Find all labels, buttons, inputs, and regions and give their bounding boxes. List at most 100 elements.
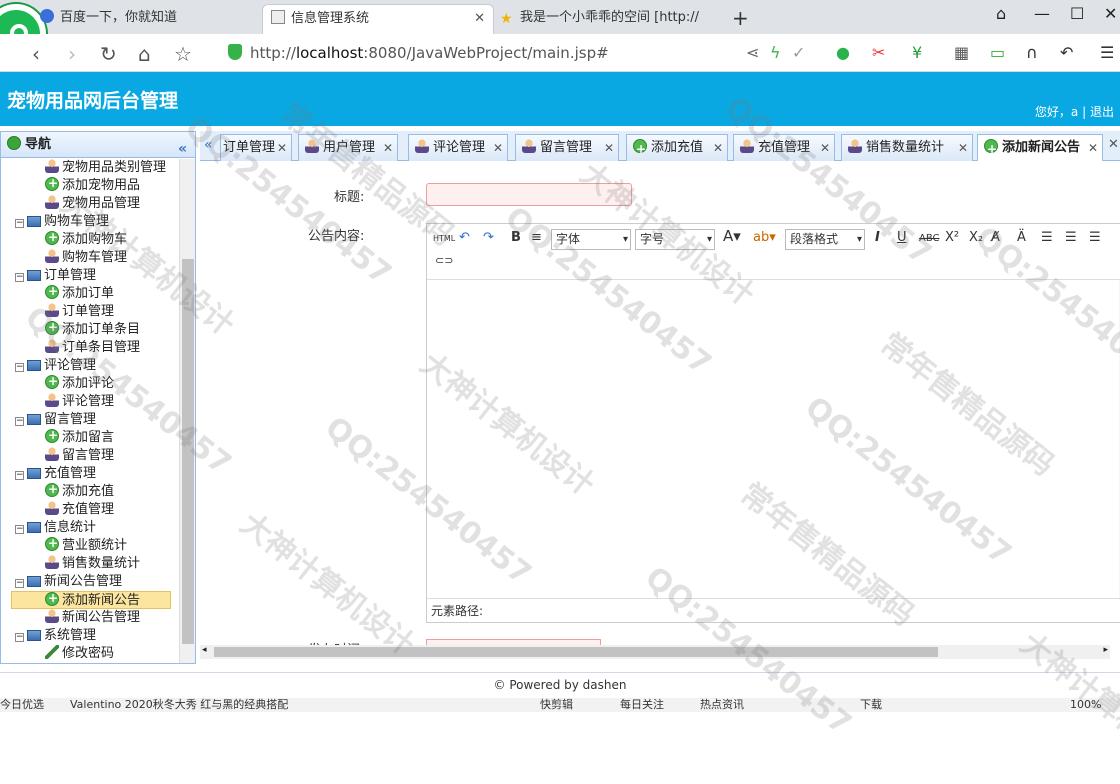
align-right-icon[interactable]: ☰: [1089, 230, 1101, 245]
close-icon[interactable]: ✕: [383, 135, 393, 161]
collapse-toggle-icon[interactable]: −: [15, 579, 24, 588]
scissors-icon[interactable]: ✂: [872, 43, 885, 62]
home-icon[interactable]: ⌂: [138, 42, 151, 66]
tab-add-recharge[interactable]: 添加充值 ✕: [626, 134, 728, 162]
tree-item[interactable]: 添加充值: [45, 480, 114, 501]
logout-link[interactable]: 退出: [1090, 105, 1114, 119]
tab-order[interactable]: 订单管理 ✕: [220, 134, 292, 161]
new-tab-button[interactable]: +: [732, 4, 752, 34]
paragraph-format-select[interactable]: 段落格式: [785, 229, 865, 250]
tree-item[interactable]: 留言管理: [45, 447, 114, 465]
rich-text-editor[interactable]: HTML ↶ ↷ B ≡ 字体 字号 A▾ ab▾ 段落格式 I U ABC X…: [426, 223, 1120, 623]
tree-folder[interactable]: − 系统管理: [15, 627, 96, 645]
tree-item[interactable]: 添加订单: [45, 282, 114, 303]
tree-folder[interactable]: − 新闻公告管理: [15, 573, 122, 591]
collapse-toggle-icon[interactable]: −: [15, 471, 24, 480]
content-hscrollbar[interactable]: ◂ ▸: [200, 645, 1110, 659]
tree-item-selected[interactable]: 添加新闻公告: [11, 589, 171, 609]
forward-icon[interactable]: ›: [68, 42, 76, 66]
status-item[interactable]: Valentino 2020秋冬大秀 红与黑的经典搭配: [70, 698, 288, 712]
minimize-icon[interactable]: —: [1034, 4, 1050, 23]
bookmark-star-icon[interactable]: ☆: [174, 42, 192, 66]
wechat-icon[interactable]: ●: [836, 43, 850, 62]
battery-icon[interactable]: ▭: [990, 43, 1005, 62]
tree-item[interactable]: 修改密码: [45, 645, 114, 663]
collapse-toggle-icon[interactable]: −: [15, 363, 24, 372]
status-item[interactable]: 快剪辑: [540, 698, 573, 712]
link-icon[interactable]: ⊂⊃: [435, 254, 453, 267]
tree-folder[interactable]: − 购物车管理: [15, 213, 109, 231]
tree-item[interactable]: 订单条目管理: [45, 339, 140, 357]
tree-item[interactable]: 充值管理: [45, 501, 114, 519]
tree-item[interactable]: 销售数量统计: [45, 555, 140, 573]
undo-icon[interactable]: ↶: [459, 230, 470, 245]
apps-grid-icon[interactable]: ▦: [954, 43, 969, 62]
align-center-icon[interactable]: ☰: [1065, 230, 1077, 245]
close-icon[interactable]: ✕: [1088, 135, 1098, 161]
scroll-tabs-left-icon[interactable]: «: [204, 137, 213, 153]
html-source-button[interactable]: HTML: [433, 234, 455, 243]
tree-item[interactable]: 添加评论: [45, 372, 114, 393]
browser-tab-baidu[interactable]: 百度一下，你就知道: [40, 4, 262, 34]
hscroll-thumb[interactable]: [214, 647, 938, 657]
close-tab-icon[interactable]: ✕: [474, 5, 485, 33]
status-item[interactable]: 今日优选: [0, 698, 44, 712]
redo-icon[interactable]: ↷: [483, 230, 494, 245]
collapse-toggle-icon[interactable]: −: [15, 525, 24, 534]
tree-item[interactable]: 新闻公告管理: [45, 609, 140, 627]
tree-item[interactable]: 宠物用品类别管理: [45, 159, 166, 177]
close-icon[interactable]: ✕: [713, 135, 723, 161]
strikethrough-button[interactable]: ABC: [919, 233, 940, 244]
tree-item[interactable]: 添加购物车: [45, 228, 127, 249]
tab-comment[interactable]: 评论管理 ✕: [408, 134, 508, 161]
undo-icon[interactable]: ↶: [1060, 43, 1073, 62]
align-left-icon[interactable]: ☰: [1041, 230, 1053, 245]
highlight-button[interactable]: ab▾: [753, 230, 776, 245]
reload-icon[interactable]: ↻: [100, 42, 117, 66]
font-color-button[interactable]: A▾: [723, 227, 741, 245]
superscript-button[interactable]: X²: [945, 230, 959, 245]
check-icon[interactable]: ✓: [792, 43, 805, 62]
tree-item[interactable]: 评论管理: [45, 393, 114, 411]
tab-add-news[interactable]: 添加新闻公告 ✕: [977, 134, 1103, 162]
scroll-left-icon[interactable]: ◂: [202, 645, 207, 655]
collapse-toggle-icon[interactable]: −: [15, 219, 24, 228]
tab-recharge[interactable]: 充值管理 ✕: [733, 134, 835, 161]
scroll-right-icon[interactable]: ▸: [1103, 645, 1108, 655]
title-input[interactable]: [426, 183, 632, 206]
close-window-icon[interactable]: ✕: [1104, 4, 1117, 23]
close-icon[interactable]: ✕: [820, 135, 830, 161]
tab-sales-stats[interactable]: 销售数量统计 ✕: [841, 134, 973, 161]
underline-button[interactable]: U: [897, 230, 907, 245]
format-painter-icon[interactable]: ≡: [531, 230, 542, 245]
maximize-icon[interactable]: ☐: [1070, 4, 1084, 23]
collapse-toggle-icon[interactable]: −: [15, 273, 24, 282]
tab-message[interactable]: 留言管理 ✕: [515, 134, 619, 161]
lightning-icon[interactable]: ϟ: [770, 43, 781, 62]
font-size-select[interactable]: 字号: [635, 229, 715, 250]
status-item[interactable]: 每日关注: [620, 698, 664, 712]
tree-item[interactable]: 购物车管理: [45, 249, 127, 267]
menu-icon[interactable]: ☰: [1100, 43, 1114, 62]
bold-button[interactable]: B: [511, 230, 521, 245]
tree-item[interactable]: 添加留言: [45, 426, 114, 447]
italic-button[interactable]: I: [875, 230, 880, 245]
tab-user[interactable]: 用户管理 ✕: [298, 134, 398, 161]
collapse-toggle-icon[interactable]: −: [15, 417, 24, 426]
scrollbar-thumb[interactable]: [182, 259, 194, 644]
back-icon[interactable]: ‹: [32, 42, 40, 66]
pin-icon[interactable]: ⌂: [996, 4, 1006, 23]
clear-format-icon[interactable]: A̸: [991, 230, 1000, 245]
tree-item[interactable]: 添加宠物用品: [45, 174, 140, 195]
tree-item[interactable]: 添加订单条目: [45, 318, 140, 339]
tree-item[interactable]: 宠物用品管理: [45, 195, 140, 213]
share-icon[interactable]: ⋖: [746, 43, 759, 62]
status-item[interactable]: 热点资讯: [700, 698, 744, 712]
subscript-button[interactable]: X₂: [969, 230, 983, 245]
sidebar-scrollbar[interactable]: [179, 159, 195, 663]
close-icon[interactable]: ✕: [493, 135, 503, 161]
close-icon[interactable]: ✕: [958, 135, 968, 161]
browser-tab-active[interactable]: 信息管理系统 ✕: [262, 4, 494, 34]
close-icon[interactable]: ✕: [277, 135, 287, 161]
browser-tab-space[interactable]: ★ 我是一个小乖乖的空间 [http://2(: [500, 4, 700, 34]
